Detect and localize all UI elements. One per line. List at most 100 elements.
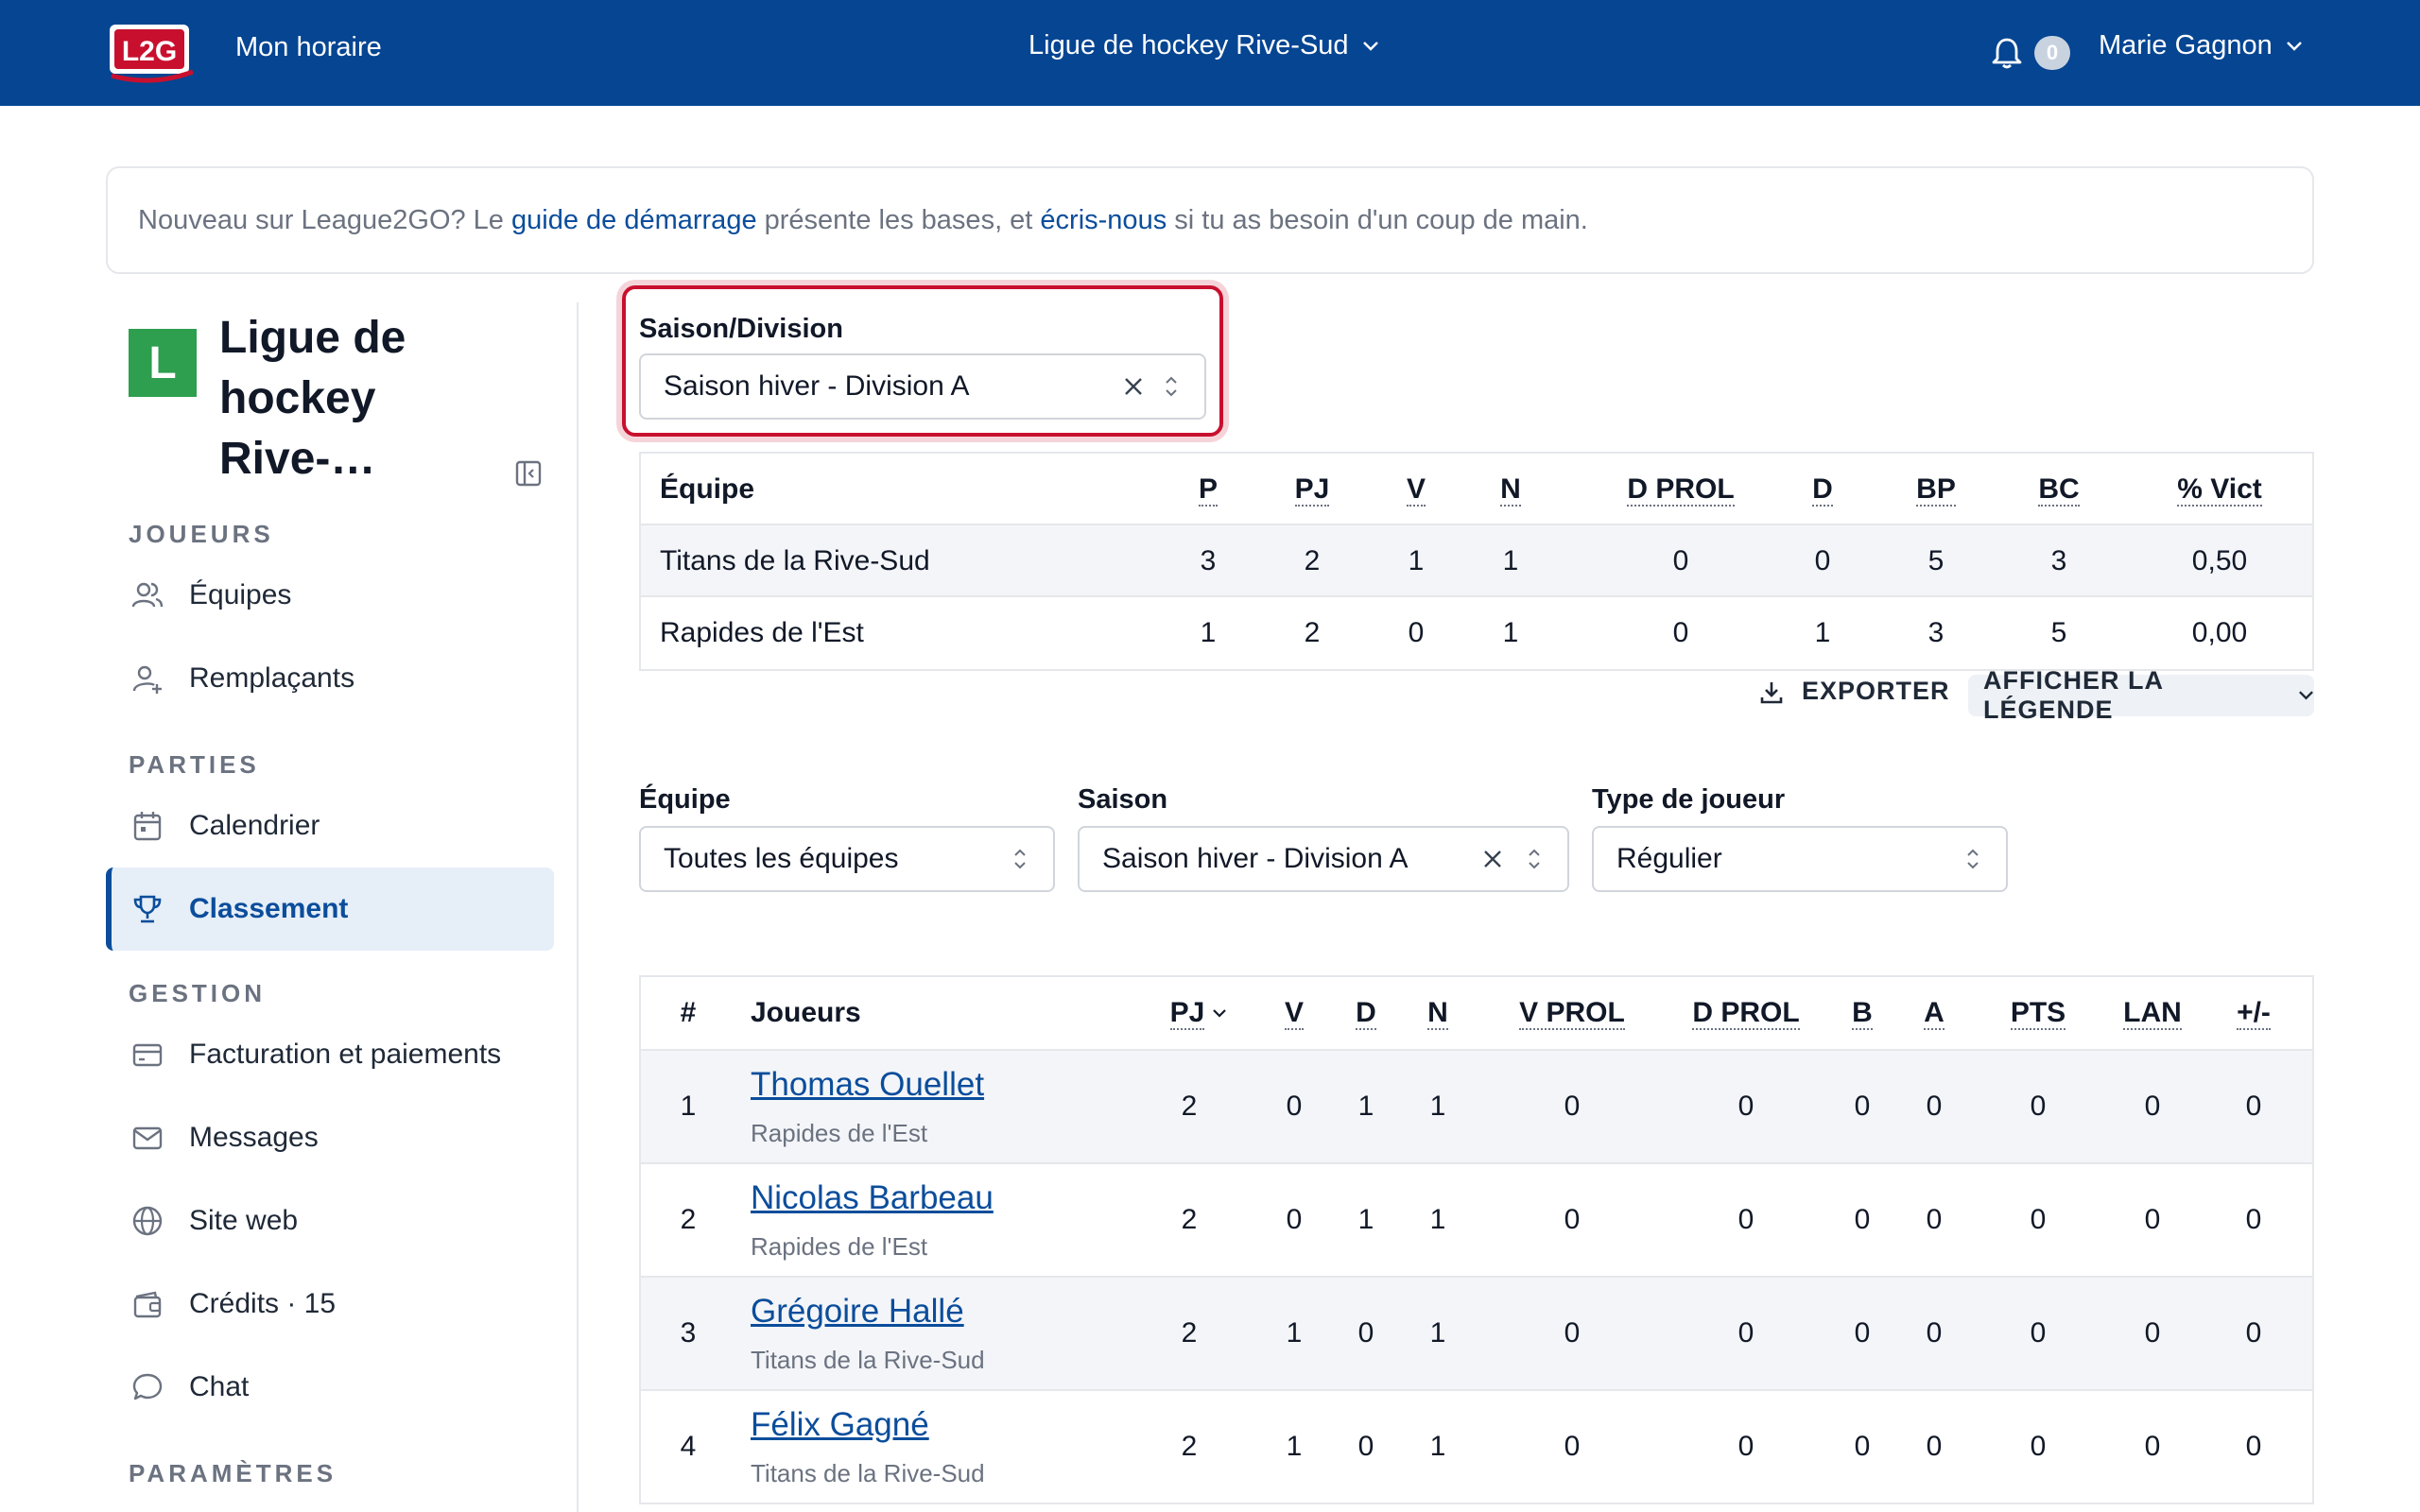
section-label-players: JOUEURS [129, 520, 274, 548]
user-menu[interactable]: Marie Gagnon [2099, 30, 2303, 61]
notice-text-prefix: Nouveau sur League2GO? Le [138, 204, 511, 235]
column-header-team: Équipe [660, 473, 755, 505]
column-header-points[interactable]: PTS [1981, 977, 2095, 1049]
cell-overtime-wins: 0 [1564, 1317, 1581, 1349]
player-type-filter-select[interactable]: Régulier [1592, 826, 2008, 892]
cell-assists: 0 [1926, 1091, 1943, 1122]
sidebar-item-label: Remplaçants [189, 662, 355, 694]
season-division-value: Saison hiver - Division A [664, 370, 970, 402]
column-header-wins[interactable]: V [1261, 977, 1327, 1049]
notice-text-middle: présente les bases, et [756, 204, 1041, 235]
globe-icon [129, 1202, 166, 1240]
team-filter-select[interactable]: Toutes les équipes [639, 826, 1055, 892]
column-header-plus-minus[interactable]: +/- [2216, 977, 2291, 1049]
team-standings-table: Équipe P PJ V N D PROL D BP BC % Vict Ti… [639, 452, 2314, 671]
league2go-logo[interactable]: L2G [106, 21, 197, 83]
player-name-link[interactable]: Grégoire Hallé [751, 1293, 964, 1331]
export-button[interactable]: EXPORTER [1758, 677, 1950, 706]
getting-started-guide-link[interactable]: guide de démarrage [511, 205, 757, 235]
cell-ties: 1 [1502, 617, 1519, 648]
season-filter-label: Saison [1078, 784, 1168, 815]
sidebar-item-chat[interactable]: Chat [106, 1346, 554, 1429]
clear-icon[interactable] [1480, 847, 1505, 871]
sidebar-item-website[interactable]: Site web [106, 1179, 554, 1263]
my-schedule-link[interactable]: Mon horaire [235, 32, 382, 63]
column-header-win-percentage[interactable]: % Vict [2135, 454, 2305, 525]
cell-wins: 0 [1286, 1091, 1303, 1122]
column-header-ties[interactable]: N [1473, 454, 1548, 525]
cell-assists: 0 [1926, 1317, 1943, 1349]
cell-losses: 1 [1814, 617, 1831, 648]
column-header-losses[interactable]: D [1333, 977, 1399, 1049]
cell-wins: 0 [1408, 617, 1425, 648]
cell-goals-for: 5 [1927, 545, 1945, 576]
collapse-sidebar-icon[interactable] [514, 459, 543, 488]
column-header-goals-against[interactable]: BC [2012, 454, 2106, 525]
cell-overtime-losses: 0 [1672, 617, 1689, 648]
organization-badge: L [129, 329, 197, 397]
sidebar-item-calendar[interactable]: Calendrier [106, 784, 554, 868]
sidebar-item-messages[interactable]: Messages [106, 1096, 554, 1179]
sidebar-item-credits[interactable]: Crédits · 15 [106, 1263, 554, 1346]
sidebar-item-label: Crédits · 15 [189, 1288, 337, 1319]
calendar-icon [129, 807, 166, 845]
cell-ties: 1 [1429, 1317, 1446, 1349]
player-team: Titans de la Rive-Sud [751, 1459, 985, 1487]
cell-penalty-minutes: 0 [2144, 1317, 2161, 1349]
column-header-points[interactable]: P [1170, 454, 1246, 525]
credit-card-icon [129, 1036, 166, 1074]
player-name-link[interactable]: Félix Gagné [751, 1406, 929, 1444]
sidebar-item-teams[interactable]: Équipes [106, 554, 554, 637]
cell-win-percentage: 0,00 [2191, 617, 2248, 648]
column-header-ties[interactable]: N [1405, 977, 1471, 1049]
column-header-losses[interactable]: D [1785, 454, 1860, 525]
mail-icon [129, 1119, 166, 1157]
column-header-games-played[interactable]: PJ [1151, 977, 1246, 1049]
clear-icon[interactable] [1121, 374, 1146, 399]
cell-games-played: 2 [1304, 545, 1321, 576]
svg-text:L2G: L2G [122, 36, 177, 67]
show-legend-button[interactable]: AFFICHER LA LÉGENDE [1968, 666, 2314, 724]
sidebar-item-standings[interactable]: Classement [106, 868, 554, 951]
column-header-goals[interactable]: B [1834, 977, 1891, 1049]
cell-losses: 0 [1814, 545, 1831, 576]
player-type-filter-label: Type de joueur [1592, 784, 1786, 815]
league-selector[interactable]: Ligue de hockey Rive-Sud [1028, 30, 1379, 61]
season-filter-select[interactable]: Saison hiver - Division A [1078, 826, 1569, 892]
sort-descending-icon [1213, 1009, 1227, 1018]
column-header-penalty-minutes[interactable]: LAN [2100, 977, 2204, 1049]
sidebar-item-substitutes[interactable]: Remplaçants [106, 637, 554, 720]
column-header-overtime-losses[interactable]: D PROL [1666, 977, 1826, 1049]
cell-penalty-minutes: 0 [2144, 1431, 2161, 1462]
player-row: 1 Thomas Ouellet Rapides de l'Est 2 0 1 … [641, 1051, 2312, 1164]
player-team: Rapides de l'Est [751, 1232, 928, 1261]
user-plus-icon [129, 660, 166, 697]
team-filter-label: Équipe [639, 784, 731, 815]
sidebar-item-billing[interactable]: Facturation et paiements [106, 1013, 554, 1096]
player-rank: 2 [680, 1204, 697, 1235]
cell-points: 1 [1200, 617, 1217, 648]
contact-us-link[interactable]: écris-nous [1040, 205, 1167, 235]
column-header-overtime-losses[interactable]: D PROL [1586, 454, 1775, 525]
column-header-players: Joueurs [751, 997, 861, 1028]
cell-goals-against: 5 [2050, 617, 2067, 648]
player-name-link[interactable]: Nicolas Barbeau [751, 1179, 994, 1217]
wallet-icon [129, 1285, 166, 1323]
section-label-management: GESTION [129, 979, 267, 1007]
cell-losses: 0 [1357, 1431, 1374, 1462]
player-stats-table: # Joueurs PJ V D N V PROL D PROL B A PTS… [639, 975, 2314, 1504]
sidebar-item-label: Site web [189, 1205, 299, 1236]
bell-icon[interactable] [1991, 36, 2023, 70]
column-header-overtime-wins[interactable]: V PROL [1492, 977, 1652, 1049]
player-name-link[interactable]: Thomas Ouellet [751, 1066, 984, 1104]
notice-text-suffix: si tu as besoin d'un coup de main. [1167, 204, 1588, 235]
chevron-down-icon [2286, 41, 2302, 51]
season-division-select[interactable]: Saison hiver - Division A [639, 353, 1206, 420]
cell-overtime-losses: 0 [1737, 1204, 1754, 1235]
cell-wins: 1 [1286, 1431, 1303, 1462]
column-header-games-played[interactable]: PJ [1274, 454, 1350, 525]
column-header-goals-for[interactable]: BP [1889, 454, 1983, 525]
cell-goals-for: 3 [1927, 617, 1945, 648]
column-header-assists[interactable]: A [1906, 977, 1962, 1049]
column-header-wins[interactable]: V [1378, 454, 1454, 525]
